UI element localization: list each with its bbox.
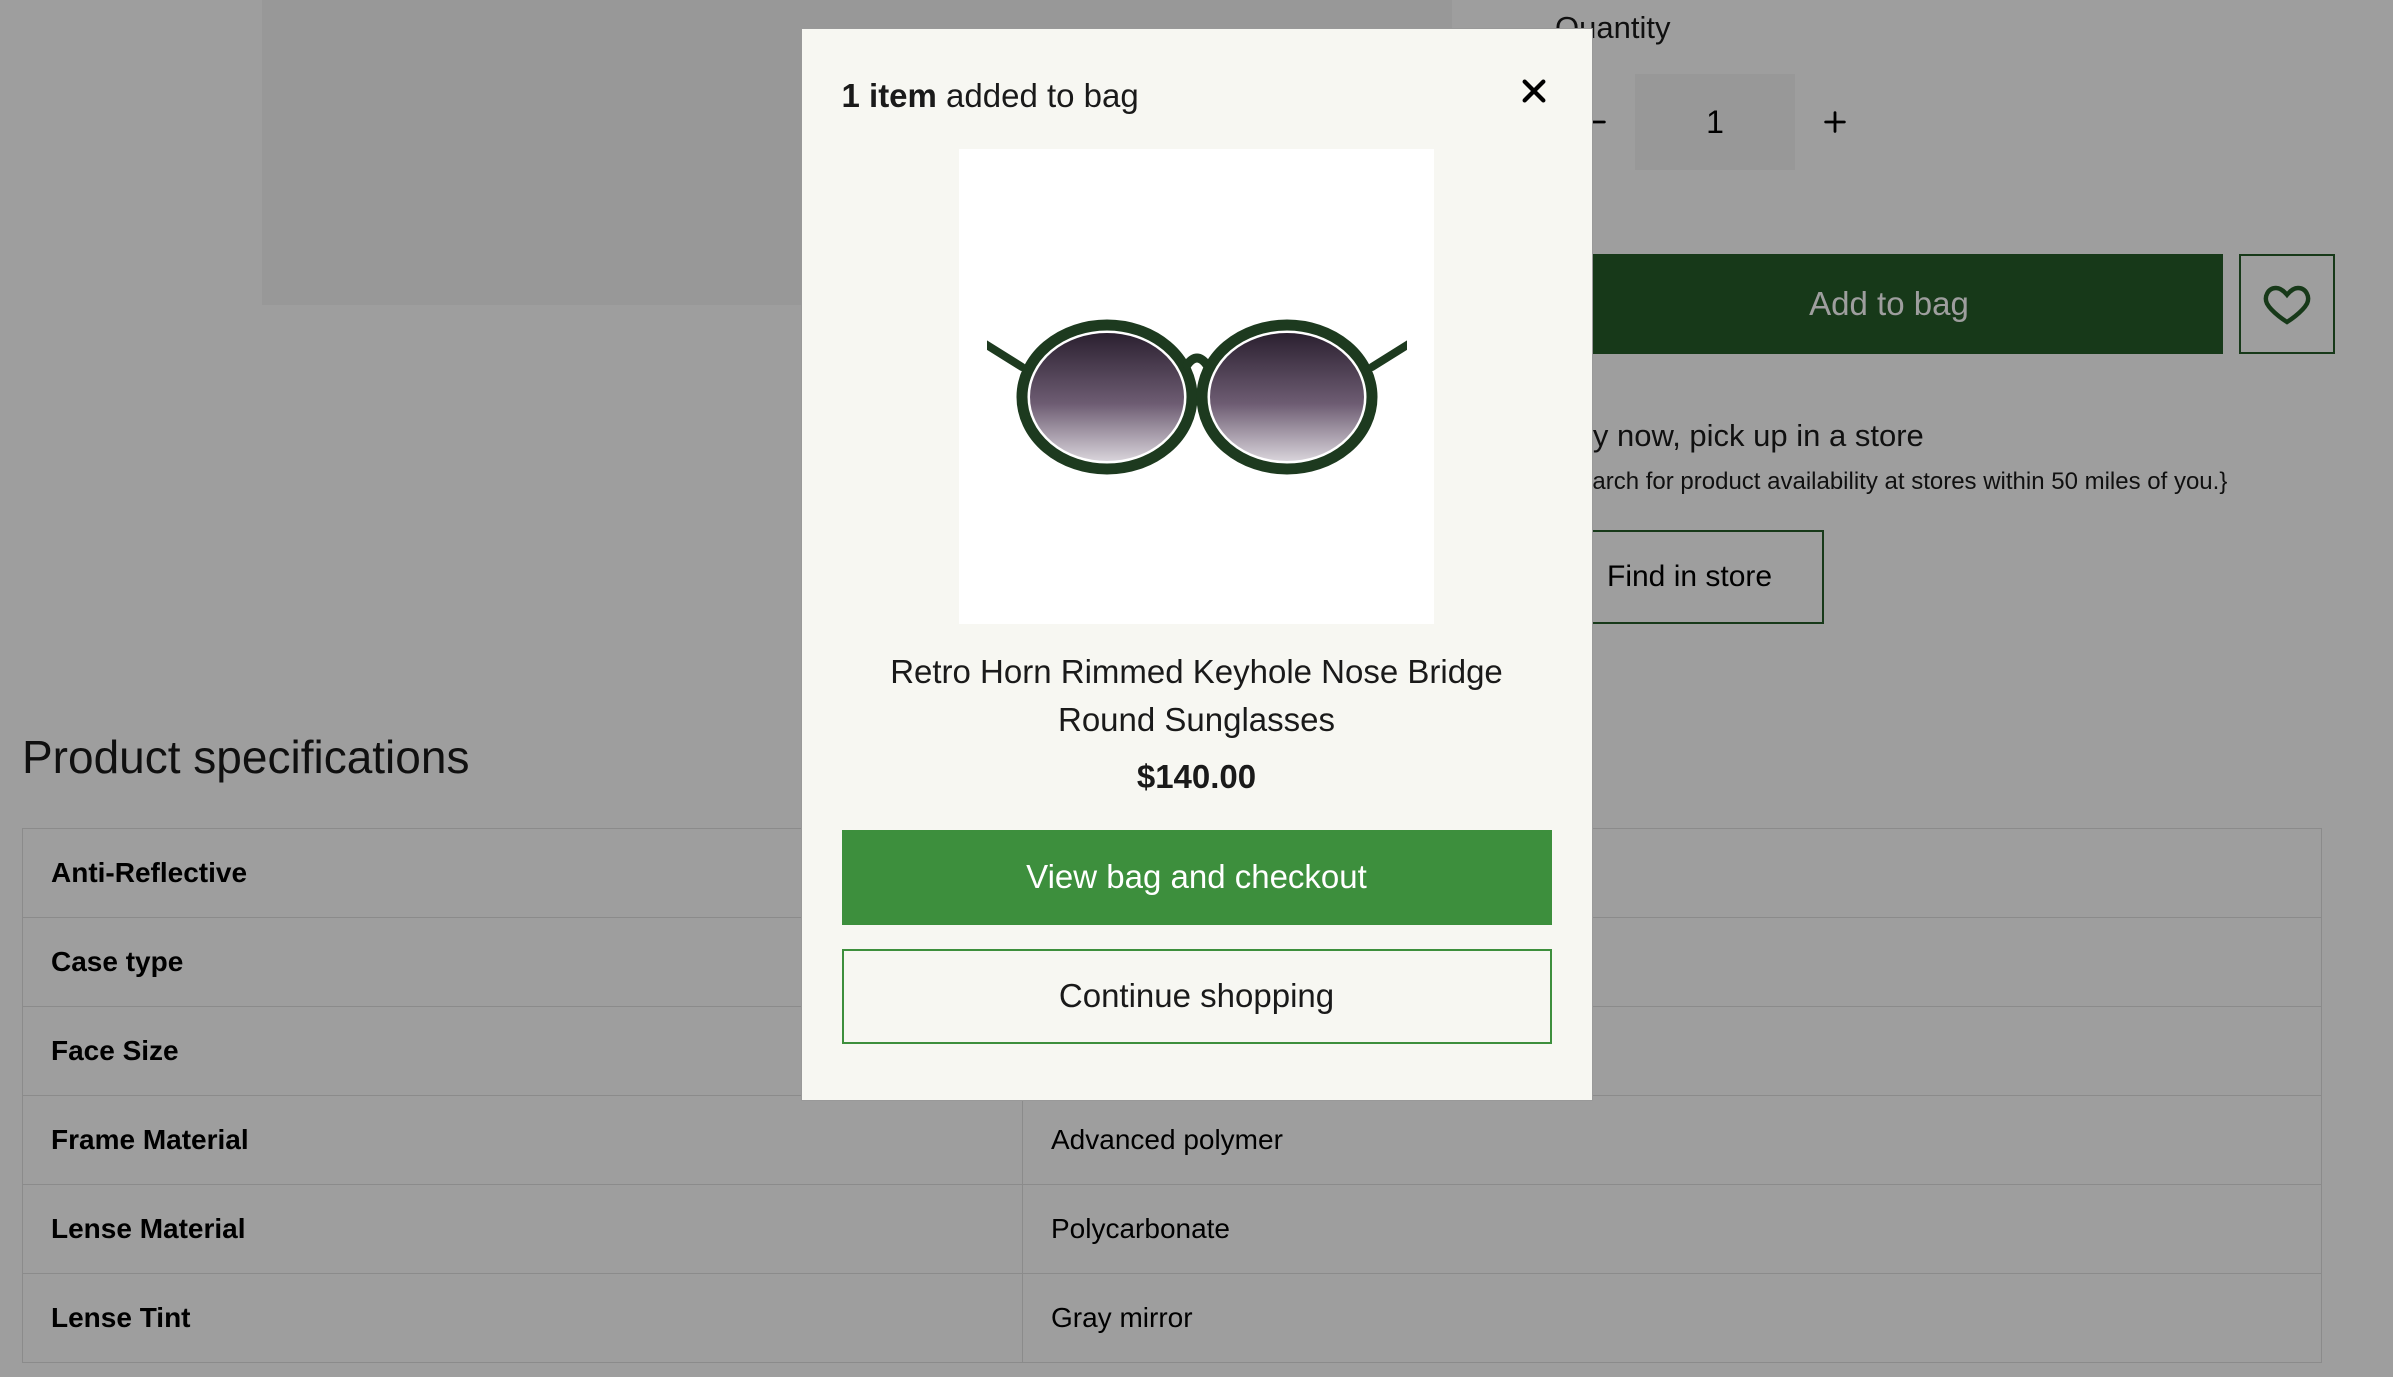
continue-shopping-button[interactable]: Continue shopping <box>842 949 1552 1044</box>
modal-overlay[interactable]: 1 item added to bag <box>0 0 2393 1377</box>
modal-product-image <box>959 149 1434 624</box>
added-to-bag-modal: 1 item added to bag <box>801 28 1593 1101</box>
view-bag-checkout-button[interactable]: View bag and checkout <box>842 830 1552 925</box>
close-icon <box>1518 75 1550 107</box>
modal-product-name: Retro Horn Rimmed Keyhole Nose Bridge Ro… <box>842 648 1552 744</box>
modal-title-strong: 1 item <box>842 77 937 114</box>
modal-product-price: $140.00 <box>842 758 1552 796</box>
modal-title: 1 item added to bag <box>842 77 1552 115</box>
modal-title-rest: added to bag <box>937 77 1139 114</box>
sunglasses-icon <box>987 287 1407 487</box>
close-button[interactable] <box>1510 67 1558 118</box>
